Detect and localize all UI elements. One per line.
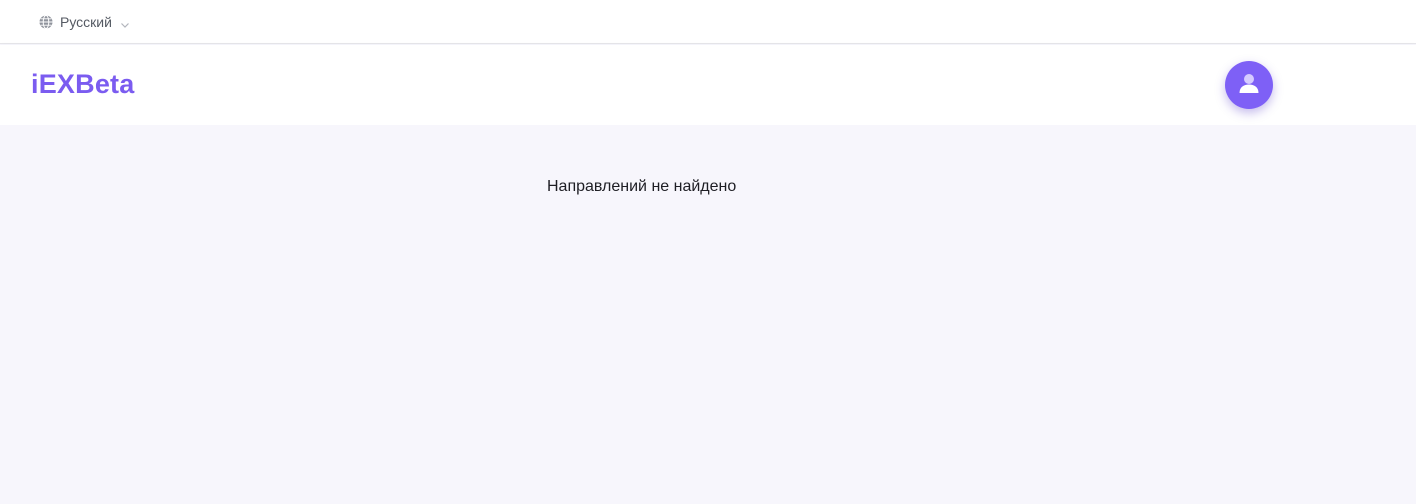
profile-button[interactable] (1225, 61, 1273, 109)
site-header: iEXBeta (0, 45, 1416, 125)
globe-icon (38, 14, 54, 30)
main-content: Направлений не найдено (0, 125, 1416, 504)
chevron-down-icon (120, 17, 130, 28)
empty-state-message: Направлений не найдено (547, 178, 737, 195)
language-label: Русский (60, 14, 112, 30)
language-selector[interactable]: Русский (38, 13, 130, 31)
user-icon (1236, 70, 1262, 101)
site-logo[interactable]: iEXBeta (31, 69, 134, 100)
top-bar: Русский (0, 0, 1416, 44)
